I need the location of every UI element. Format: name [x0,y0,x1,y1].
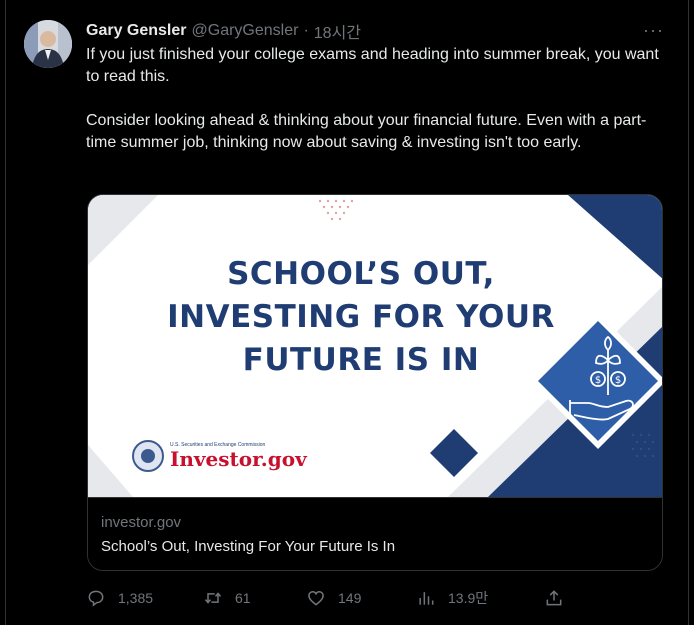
brand-name: Investor.gov [170,447,307,471]
investor-gov-logo: U.S. Securities and Exchange Commission … [132,440,307,472]
reply-count: 1,385 [118,590,154,606]
separator-dot: · [303,22,309,39]
card-domain: investor.gov [101,514,182,531]
right-border [688,0,694,625]
like-button[interactable]: 149 [306,586,361,610]
headline-line: FUTURE IS IN [242,342,480,378]
card-footer: investor.gov School’s Out, Investing For… [88,497,662,570]
link-card[interactable]: $ $ SCHOOL’S OUT, INVESTING FOR YOUR FUT… [87,194,663,571]
left-border [0,0,6,625]
timestamp[interactable]: 18시간 [314,19,361,43]
like-icon [308,590,324,606]
tweet-text: If you just finished your college exams … [86,44,670,154]
retweet-button[interactable]: 61 [203,586,251,610]
headline-line: SCHOOL’S OUT, [227,256,495,292]
sec-seal-icon [132,440,164,472]
like-count: 149 [338,590,362,606]
views-icon [419,592,434,605]
svg-text:$: $ [595,375,601,386]
svg-text:$: $ [615,375,621,386]
views-count: 13.9만 [448,590,489,606]
avatar-image [24,20,72,68]
share-button[interactable] [544,586,564,610]
avatar[interactable] [24,20,72,68]
views-button[interactable]: 13.9만 [416,586,488,610]
tweet-header: Gary Gensler @GaryGensler · 18시간 [86,18,670,44]
author-handle[interactable]: @GaryGensler [192,22,299,40]
reply-button[interactable]: 1,385 [86,586,153,610]
headline-line: INVESTING FOR YOUR [167,299,555,335]
retweet-count: 61 [235,590,251,606]
action-bar: 1,385 61 149 13.9만 [86,586,606,610]
share-icon [546,590,562,606]
author-name[interactable]: Gary Gensler [86,22,187,40]
tweet-paragraph: If you just finished your college exams … [86,46,659,85]
tweet-paragraph: Consider looking ahead & thinking about … [86,112,647,151]
card-headline: SCHOOL’S OUT, INVESTING FOR YOUR FUTURE … [136,253,586,382]
more-icon[interactable]: ··· [643,20,664,41]
retweet-icon [204,592,222,604]
card-title: School’s Out, Investing For Your Future … [101,538,396,555]
reply-icon [88,590,104,607]
card-image: $ $ SCHOOL’S OUT, INVESTING FOR YOUR FUT… [88,195,662,497]
